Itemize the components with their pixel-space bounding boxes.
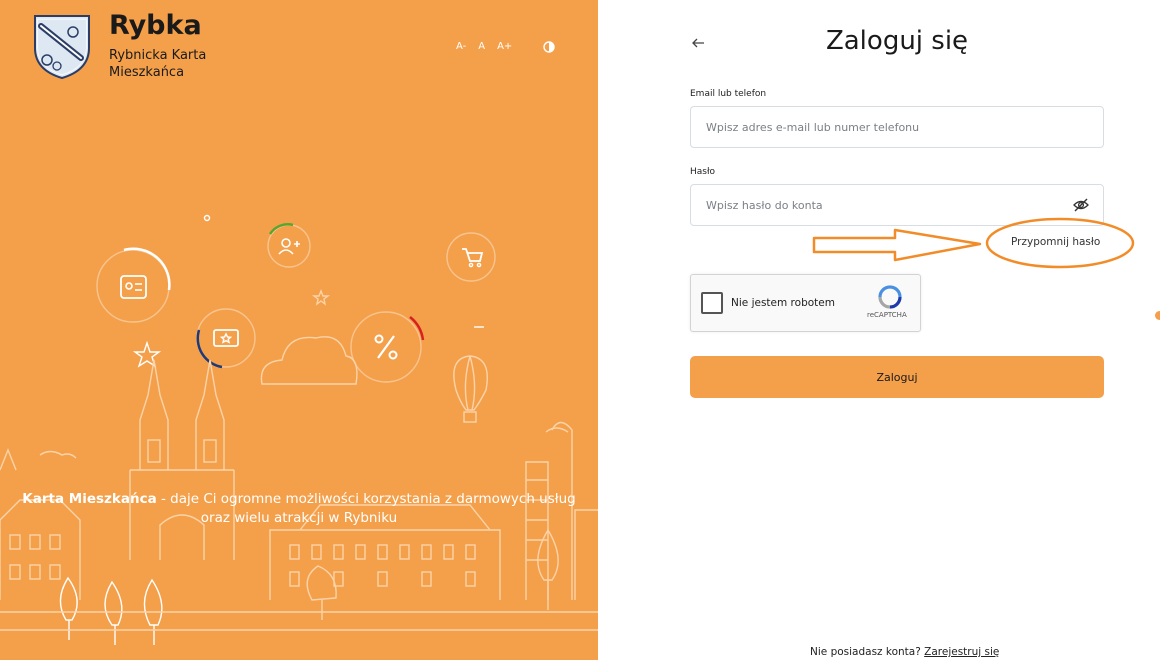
login-title: Zaloguj się xyxy=(825,26,969,56)
contrast-icon[interactable] xyxy=(543,41,555,53)
recaptcha-widget: Nie jestem robotem reCAPTCHA xyxy=(690,274,921,332)
crest-logo xyxy=(34,15,90,80)
brand-subtitle: Rybnicka Karta Mieszkańca xyxy=(109,48,207,80)
recaptcha-label: Nie jestem robotem xyxy=(731,297,835,309)
tagline-bold: Karta Mieszkańca xyxy=(22,491,157,507)
brand-title: Rybka xyxy=(109,10,202,41)
font-decrease-button[interactable]: A- xyxy=(456,41,466,52)
eye-slash-icon[interactable] xyxy=(1073,197,1089,213)
register-link[interactable]: Zarejestruj się xyxy=(924,646,999,658)
remind-password-link[interactable]: Przypomnij hasło xyxy=(1011,236,1100,248)
email-label: Email lub telefon xyxy=(690,89,767,99)
recaptcha-icon xyxy=(878,285,902,309)
register-text: Nie posiadasz konta? xyxy=(810,646,921,658)
recaptcha-checkbox[interactable] xyxy=(701,292,723,314)
register-prompt: Nie posiadasz konta? Zarejestruj się xyxy=(810,646,999,658)
edge-dot xyxy=(1155,311,1160,320)
tagline: Karta Mieszkańca - daje Ci ogromne możli… xyxy=(10,490,588,528)
city-illustration xyxy=(0,214,598,645)
email-input[interactable] xyxy=(690,106,1104,148)
recaptcha-brand: reCAPTCHA xyxy=(867,311,907,319)
login-button[interactable]: Zaloguj xyxy=(690,356,1104,398)
password-label: Hasło xyxy=(690,167,716,177)
hero-panel: Rybka Rybnicka Karta Mieszkańca A- A A+ … xyxy=(0,0,598,660)
font-normal-button[interactable]: A xyxy=(478,41,485,52)
font-increase-button[interactable]: A+ xyxy=(497,41,512,52)
tagline-text: - daje Ci ogromne możliwości korzystania… xyxy=(156,491,576,526)
password-input[interactable] xyxy=(690,184,1104,226)
font-size-controls: A- A A+ xyxy=(456,41,512,52)
